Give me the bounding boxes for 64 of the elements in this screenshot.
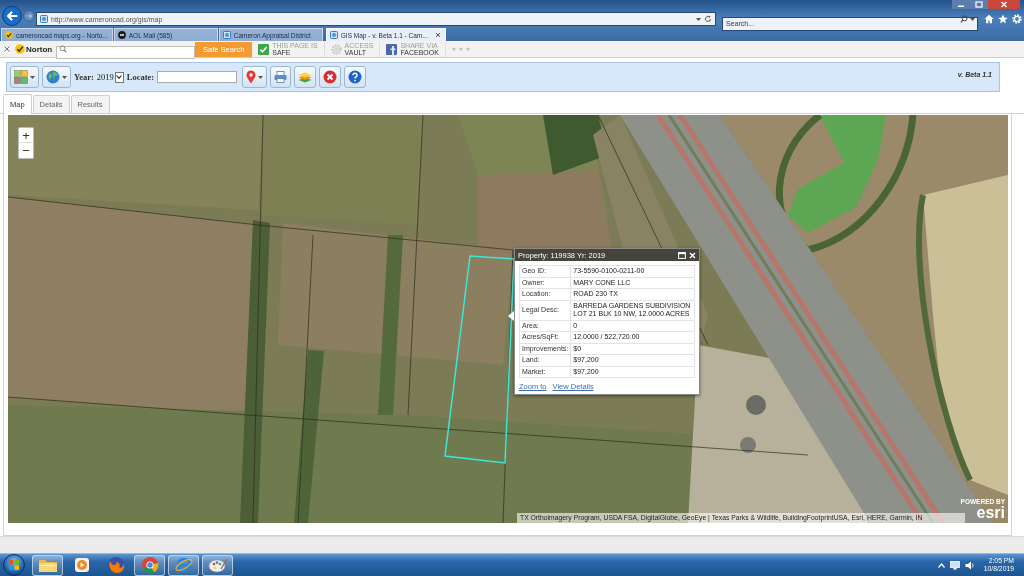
network-icon[interactable] (949, 560, 960, 570)
printer-icon (274, 71, 288, 83)
flame-globe-icon[interactable] (106, 556, 125, 574)
check-icon[interactable] (258, 43, 270, 55)
taskbar-button[interactable] (168, 554, 199, 576)
close-icon[interactable] (434, 32, 441, 38)
grid-icon (14, 70, 28, 84)
close-icon (323, 70, 338, 84)
clear-button[interactable] (319, 66, 342, 88)
close-button[interactable] (988, 0, 1020, 9)
caret-icon (258, 75, 264, 79)
back-button[interactable] (2, 6, 22, 26)
print-button[interactable] (270, 66, 292, 88)
palette-icon[interactable] (207, 557, 228, 573)
page-icon (329, 31, 338, 39)
page-icon (40, 15, 48, 23)
orbit-ring-icon[interactable] (173, 556, 194, 574)
locate-label: Locate: (126, 72, 155, 82)
logo-wordmark: esri (976, 505, 1005, 520)
caret-icon (30, 75, 35, 79)
layers-icon (298, 71, 313, 83)
star-icon[interactable] (998, 14, 1008, 24)
parcel-outline[interactable] (444, 255, 515, 464)
help-icon (348, 70, 363, 84)
speaker-icon[interactable] (964, 560, 975, 570)
taskbar-button[interactable] (134, 554, 165, 576)
caret-icon (62, 75, 67, 79)
maximize-icon[interactable] (678, 251, 686, 259)
norton-search-field[interactable] (56, 45, 196, 59)
logo-wordmark: Norton (26, 44, 53, 54)
search-icon (59, 45, 68, 53)
zoom-in-button[interactable]: + (18, 127, 34, 143)
layers-button[interactable] (294, 66, 317, 88)
page-icon (222, 31, 231, 39)
pin-menu-button[interactable] (242, 66, 268, 88)
refresh-icon[interactable] (704, 15, 712, 23)
year-label: Year: (74, 72, 94, 82)
square-logo-icon[interactable] (386, 43, 398, 55)
forward-button[interactable] (23, 10, 35, 22)
folder-icon[interactable] (37, 557, 58, 573)
map-pin-icon (246, 70, 257, 84)
help-button[interactable] (344, 66, 367, 88)
taskbar-button[interactable] (202, 554, 233, 576)
zoom-out-button[interactable]: − (18, 143, 34, 159)
taskbar-button[interactable] (32, 554, 63, 576)
checkmark-icon (5, 31, 13, 39)
settings-icon[interactable] (1012, 14, 1022, 24)
home-icon[interactable] (984, 14, 994, 24)
caret-icon[interactable] (970, 17, 975, 21)
year-select[interactable]: 2019 (96, 70, 124, 84)
caret-icon (116, 75, 123, 79)
segmented-circle-icon[interactable] (140, 556, 159, 574)
grid-menu-button[interactable] (10, 66, 39, 88)
locate-field[interactable] (157, 71, 238, 83)
minimize-button[interactable] (952, 0, 970, 9)
caret-icon[interactable] (696, 17, 701, 21)
checkmark-badge-icon (15, 44, 25, 54)
play-icon[interactable] (73, 557, 90, 573)
start-button[interactable] (3, 554, 25, 576)
round-badge-icon (117, 31, 126, 39)
maximize-button[interactable] (970, 0, 988, 9)
globe-icon (46, 70, 60, 84)
globe-menu-button[interactable] (42, 66, 71, 88)
search-icon[interactable] (960, 15, 968, 23)
